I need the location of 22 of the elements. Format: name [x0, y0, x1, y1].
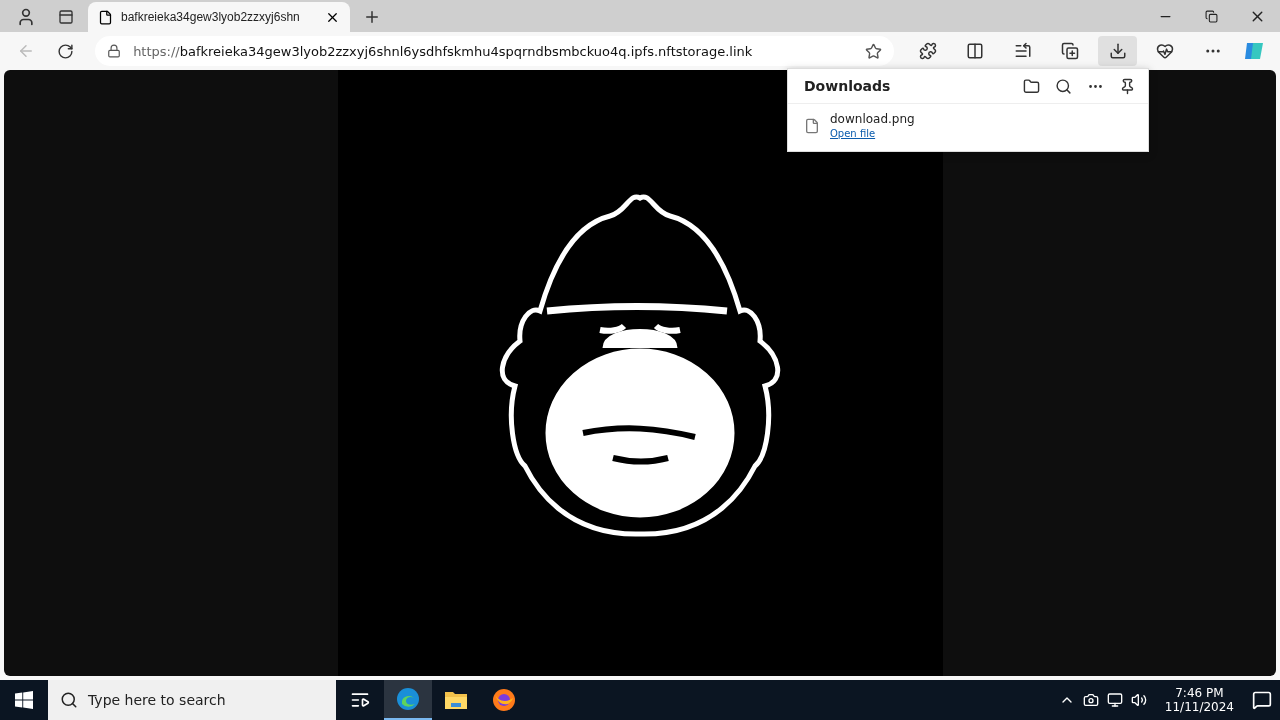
- folder-icon: [444, 690, 468, 710]
- firefox-icon: [492, 688, 516, 712]
- task-view-icon: [350, 690, 370, 710]
- file-icon: [804, 117, 820, 134]
- taskbar-app[interactable]: [384, 680, 432, 720]
- panel-title: Downloads: [804, 78, 892, 94]
- file-name: download.png: [830, 112, 915, 126]
- lock-icon: [107, 44, 122, 58]
- windows-logo-icon[interactable]: [15, 691, 33, 709]
- page-icon: [98, 9, 113, 25]
- download-icon[interactable]: [1097, 36, 1138, 66]
- search-icon: [60, 691, 78, 709]
- browser-tab[interactable]: bafkreieka34gew3lyob2zzxyj6shn: [88, 2, 350, 32]
- notification-icon[interactable]: [1252, 690, 1272, 710]
- open-file-link[interactable]: Open file: [830, 128, 915, 139]
- star-icon: [864, 42, 882, 60]
- browser-icon: [396, 687, 420, 711]
- taskbar-search-field[interactable]: Type here to search: [48, 680, 336, 720]
- camera-icon[interactable]: [1082, 692, 1099, 708]
- clock[interactable]: 7:46 PM 11/11/2024: [1164, 686, 1234, 714]
- volume-icon[interactable]: [1130, 692, 1147, 708]
- address-bar[interactable]: https://bafkreieka34gew3lyob2zzxyj6shnl6ysdhfskmhu4spqrndbsmbckuo4q.ipfs.nftstorage.link: [95, 36, 894, 66]
